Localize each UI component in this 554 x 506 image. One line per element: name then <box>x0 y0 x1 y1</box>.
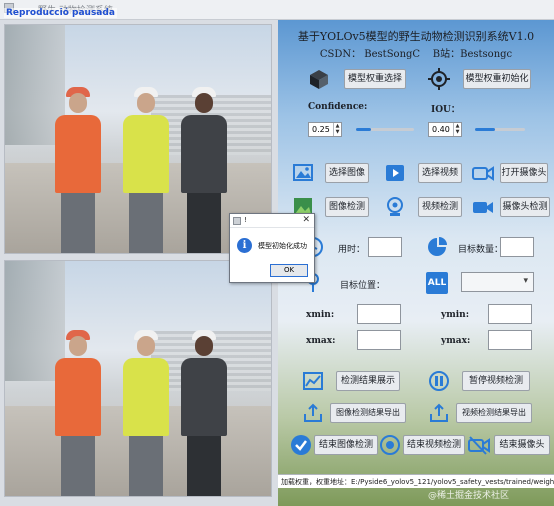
count-field <box>500 237 534 257</box>
stop-circle-icon <box>380 435 400 455</box>
position-label: 目标位置： <box>340 281 386 291</box>
camera-off-icon <box>468 436 490 455</box>
image-detect-button[interactable]: 图像检测 <box>325 197 369 217</box>
video-detect-button[interactable]: 视频检测 <box>418 197 462 217</box>
pie-chart-icon <box>428 237 447 256</box>
target-icon <box>428 68 450 90</box>
iou-value: 0.40 <box>432 125 450 134</box>
result-image-pane <box>4 260 272 497</box>
webcam-icon <box>387 197 403 216</box>
confidence-slider-fill <box>356 128 371 131</box>
line-chart-icon <box>303 372 323 390</box>
xmin-field <box>357 304 401 324</box>
dialog-app-icon <box>233 217 241 225</box>
status-bar: 加载权重，权重地址：E:/Pyside6_yolov5_121/yolov5_s… <box>278 474 554 488</box>
end-video-button[interactable]: 结束视频检测 <box>403 435 465 455</box>
message-dialog: ! ✕ i 模型初始化成功 OK <box>229 213 315 283</box>
time-label: 用时： <box>338 245 366 255</box>
dialog-message: 模型初始化成功 <box>258 242 307 250</box>
image-icon <box>293 164 313 181</box>
xmax-field <box>357 330 401 350</box>
ymax-field <box>488 330 532 350</box>
worker-figure <box>123 330 169 496</box>
video-icon <box>386 165 404 181</box>
select-image-button[interactable]: 选择图像 <box>325 163 369 183</box>
upload-icon <box>304 403 322 422</box>
cube-icon <box>310 70 328 89</box>
time-field <box>368 237 402 257</box>
all-icon: ALL <box>426 272 448 294</box>
chevron-down-icon: ▾ <box>523 276 528 286</box>
confidence-value: 0.25 <box>312 125 330 134</box>
export-image-button[interactable]: 图像检测结果导出 <box>330 403 406 423</box>
confidence-slider[interactable] <box>356 128 414 131</box>
position-select[interactable]: ▾ <box>461 272 534 292</box>
csdn-label: CSDN： BestSongC <box>319 49 421 60</box>
xmin-label: xmin: <box>306 310 335 320</box>
iou-slider-fill <box>475 128 495 131</box>
worker-figure <box>123 87 169 253</box>
scene-image <box>5 261 271 496</box>
iou-spinbox[interactable]: 0.40 ▲ ▼ <box>428 122 462 137</box>
upload-icon <box>430 403 448 422</box>
worker-figure <box>55 330 101 496</box>
pause-icon <box>429 371 449 391</box>
title-bar: 野生 动物检测系统 Reproducció pausada <box>0 0 554 20</box>
pause-video-button[interactable]: 暂停视频检测 <box>462 371 530 391</box>
confidence-spinbox[interactable]: 0.25 ▲ ▼ <box>308 122 342 137</box>
confidence-label: Confidence: <box>308 102 368 112</box>
spin-arrows-icon[interactable]: ▲ ▼ <box>453 123 461 136</box>
control-panel: 基于YOLOv5模型的野生动物检测识别系统V1.0 CSDN： BestSong… <box>278 20 554 506</box>
close-icon[interactable]: ✕ <box>302 215 310 225</box>
end-camera-button[interactable]: 结束摄像头 <box>494 435 550 455</box>
camera-detect-icon <box>473 202 493 213</box>
ymax-label: ymax: <box>441 336 471 346</box>
worker-figure <box>55 87 101 253</box>
ok-button[interactable]: OK <box>270 264 308 277</box>
select-video-button[interactable]: 选择视频 <box>418 163 462 183</box>
show-results-button[interactable]: 检测结果展示 <box>336 371 400 391</box>
export-video-button[interactable]: 视频检测结果导出 <box>456 403 532 423</box>
camera-icon <box>472 166 494 181</box>
worker-figure <box>181 330 227 496</box>
model-select-button[interactable]: 模型权重选择 <box>344 69 406 89</box>
iou-label: IOU： <box>431 105 460 115</box>
author-line: CSDN： BestSongC B站：Bestsongc <box>278 45 554 60</box>
count-label: 目标数量： <box>458 245 504 255</box>
watermark: @稀土掘金技术社区 <box>428 491 510 501</box>
spin-arrows-icon[interactable]: ▲ ▼ <box>333 123 341 136</box>
end-image-button[interactable]: 结束图像检测 <box>314 435 378 455</box>
status-tag: Reproducció pausada <box>4 8 117 18</box>
bili-label: B站：Bestsongc <box>432 49 513 60</box>
dialog-title: ! <box>244 216 247 224</box>
dialog-header: ! ✕ <box>230 214 314 228</box>
ymin-field <box>488 304 532 324</box>
model-init-button[interactable]: 模型权重初始化 <box>463 69 531 89</box>
open-camera-button[interactable]: 打开摄像头 <box>500 163 548 183</box>
ymin-label: ymin: <box>441 310 470 320</box>
info-icon: i <box>237 238 252 253</box>
iou-slider[interactable] <box>475 128 525 131</box>
app-title: 基于YOLOv5模型的野生动物检测识别系统V1.0 <box>297 30 535 43</box>
xmax-label: xmax: <box>306 336 336 346</box>
worker-figure <box>181 87 227 253</box>
check-circle-icon <box>291 435 311 455</box>
camera-detect-button[interactable]: 摄像头检测 <box>500 197 550 217</box>
